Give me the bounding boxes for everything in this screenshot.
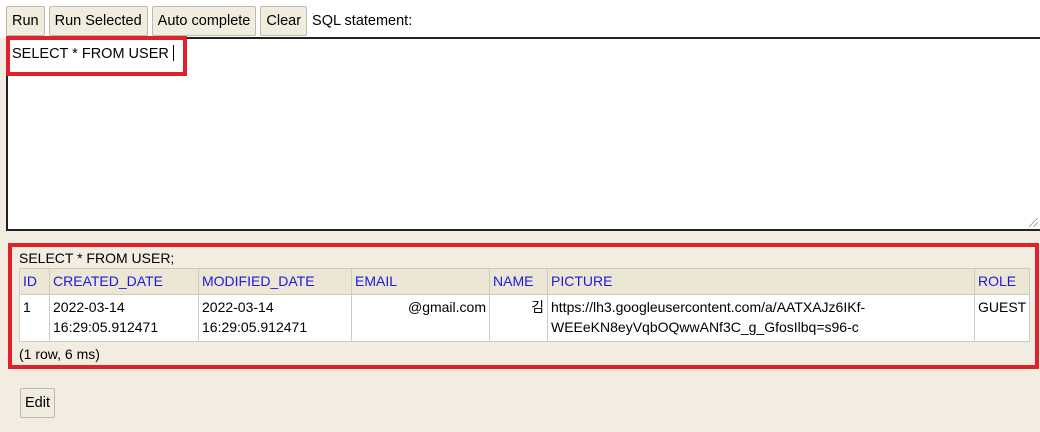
column-header-name[interactable]: NAME [489,268,548,295]
toolbar: Run Run Selected Auto complete Clear SQL… [6,6,412,36]
cell-modified-date-line2: 16:29:05.912471 [202,319,308,335]
cell-id: 1 [19,294,50,342]
table-row: 1 2022-03-14 16:29:05.912471 2022-03-14 16… [19,294,1031,342]
column-header-created-date[interactable]: CREATED_DATE [49,268,199,295]
sql-editor-text: SELECT * FROM USER [12,45,174,62]
result-table: ID CREATED_DATE MODIFIED_DATE EMAIL NAME… [19,268,1031,342]
cell-picture-line1: https://lh3.googleusercontent.com/a/AATX… [551,299,866,315]
run-button[interactable]: Run [6,6,45,36]
text-caret [172,45,174,61]
cell-role: GUEST [973,294,1031,342]
cell-created-date-line1: 2022-03-14 [53,299,125,315]
table-header-row: ID CREATED_DATE MODIFIED_DATE EMAIL NAME… [19,268,1031,295]
sql-editor[interactable]: SELECT * FROM USER [6,37,1040,231]
run-selected-button[interactable]: Run Selected [48,6,148,36]
result-statement: SELECT * FROM USER; [19,250,175,266]
column-header-picture[interactable]: PICTURE [547,268,975,295]
column-header-role[interactable]: ROLE [973,268,1031,295]
column-header-email[interactable]: EMAIL [351,268,490,295]
cell-picture-line2: WEEeKN8eyVqbOQwwANf3C_g_GfosIlbq=s96-c [551,319,859,335]
result-summary: (1 row, 6 ms) [19,346,100,362]
edit-button[interactable]: Edit [20,388,55,418]
auto-complete-button[interactable]: Auto complete [151,6,257,36]
sql-statement-label: SQL statement: [312,13,413,29]
cell-email: @gmail.com [351,294,490,342]
column-header-id[interactable]: ID [19,268,50,295]
sql-editor-value: SELECT * FROM USER [12,46,169,62]
cell-created-date: 2022-03-14 16:29:05.912471 [49,294,199,342]
clear-button[interactable]: Clear [260,6,308,36]
cell-picture: https://lh3.googleusercontent.com/a/AATX… [547,294,975,342]
resize-grip-icon[interactable] [1029,218,1038,227]
cell-name: 김 [489,294,548,342]
cell-created-date-line2: 16:29:05.912471 [53,319,159,335]
cell-modified-date: 2022-03-14 16:29:05.912471 [198,294,352,342]
column-header-modified-date[interactable]: MODIFIED_DATE [198,268,352,295]
cell-modified-date-line1: 2022-03-14 [202,299,274,315]
